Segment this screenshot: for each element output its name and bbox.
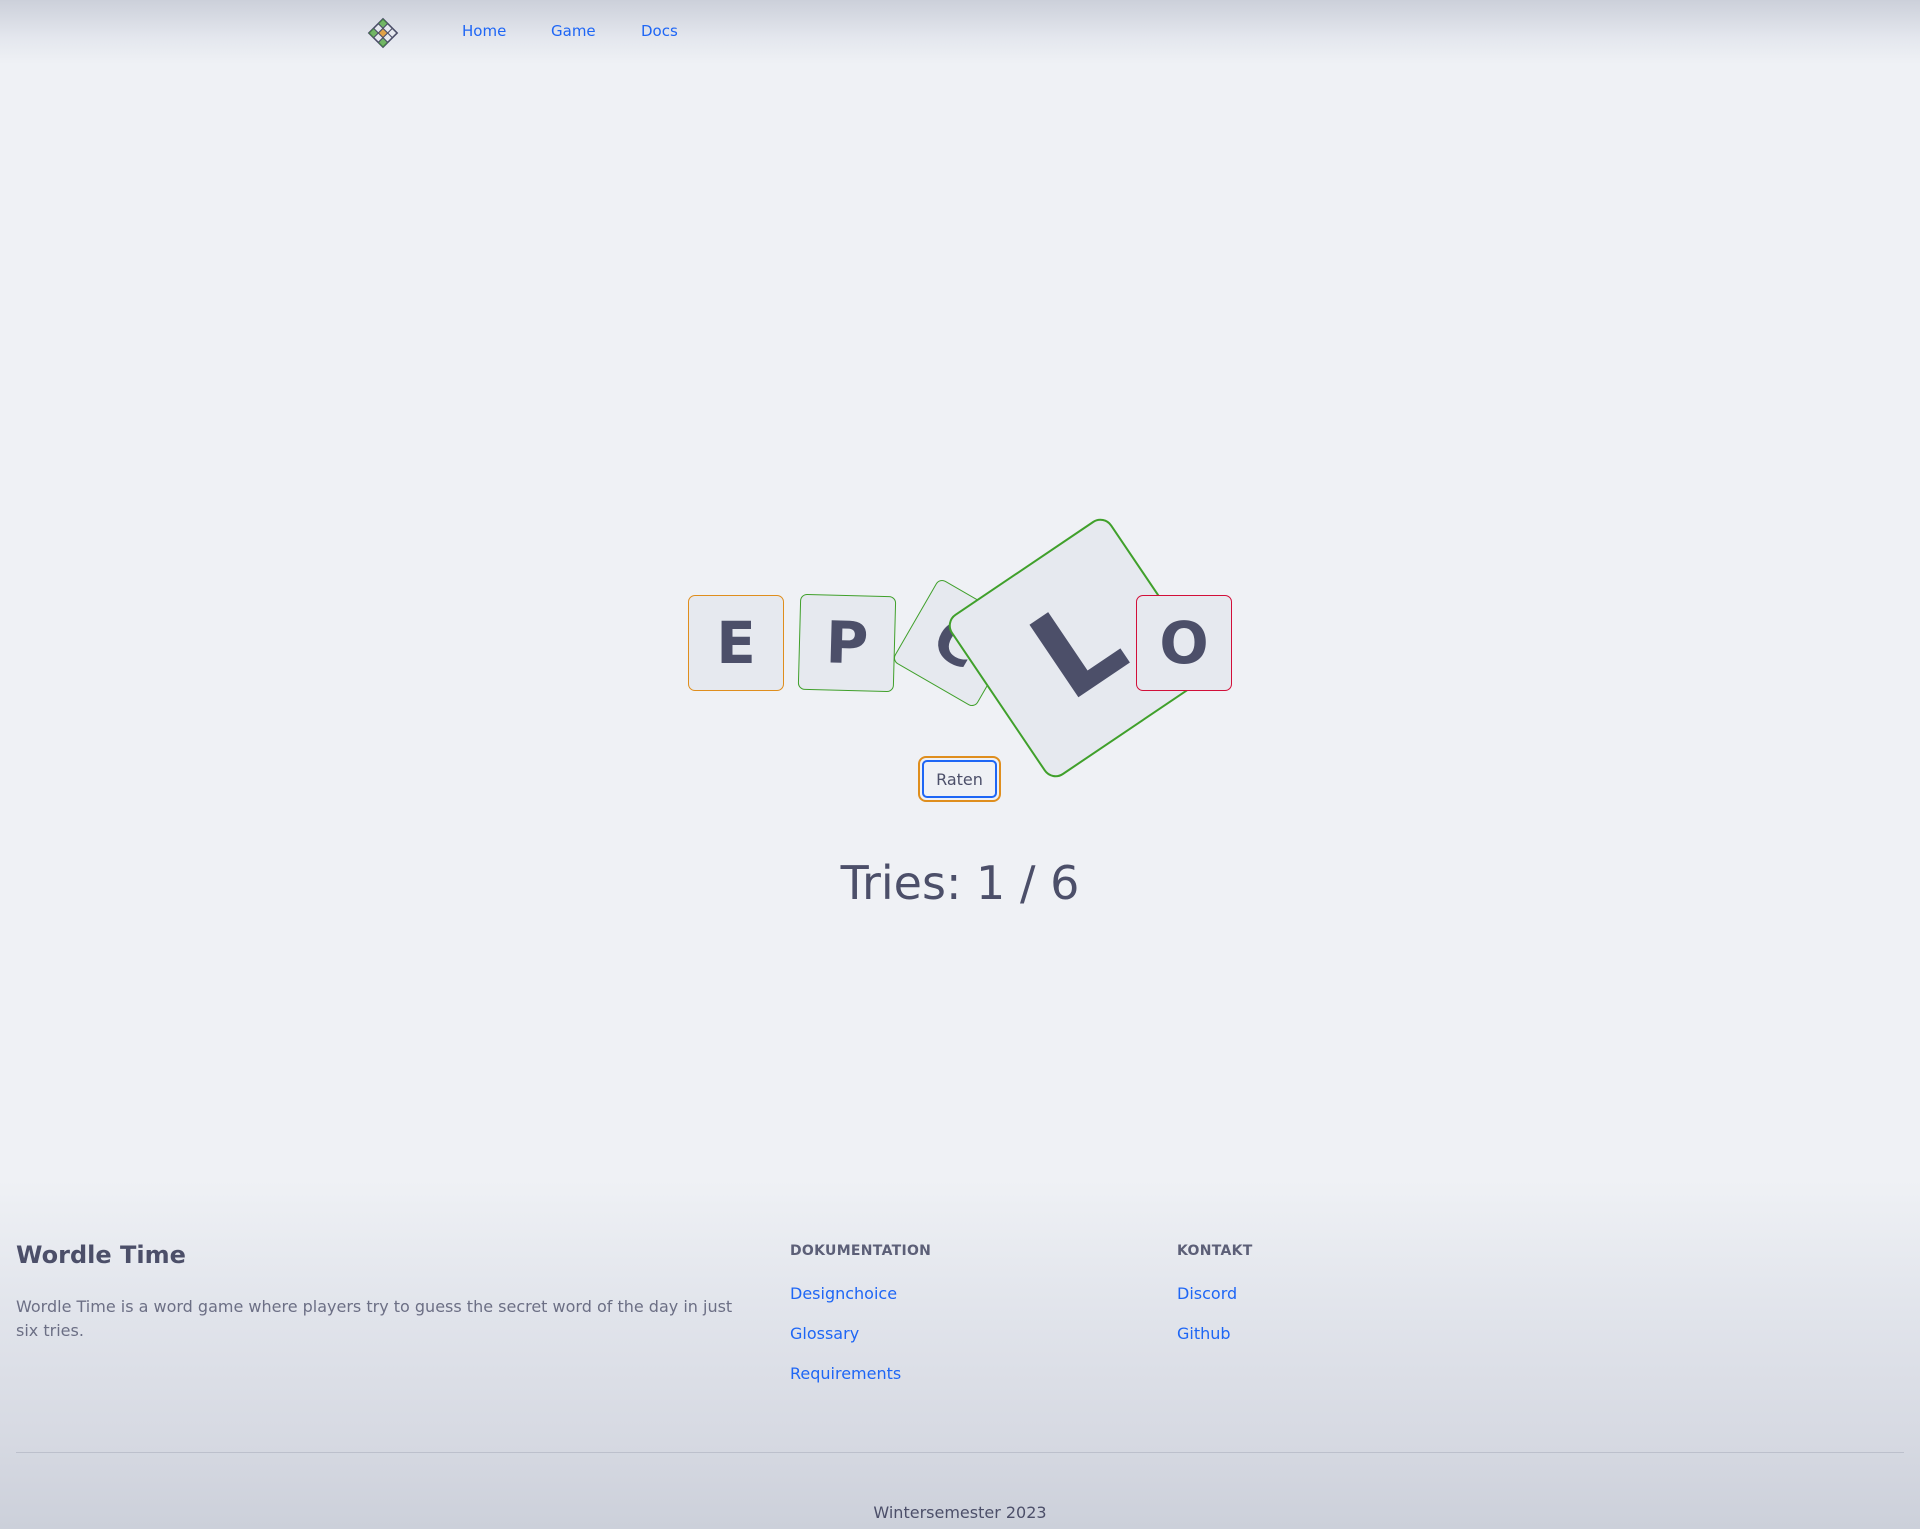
glossary-link[interactable]: Glossary: [790, 1324, 859, 1343]
designchoice-link[interactable]: Designchoice: [790, 1284, 897, 1303]
nav-home-link[interactable]: Home: [462, 22, 506, 40]
tries-counter: Tries: 1 / 6: [840, 856, 1080, 910]
requirements-link[interactable]: Requirements: [790, 1364, 901, 1383]
discord-link[interactable]: Discord: [1177, 1284, 1237, 1303]
guess-button[interactable]: Raten: [918, 756, 1001, 802]
wordle-logo-icon[interactable]: [367, 17, 399, 49]
guess-button-label: Raten: [922, 760, 997, 798]
top-navbar: Home Game Docs: [0, 0, 1920, 64]
letter-tile-2[interactable]: P: [797, 593, 897, 693]
docs-heading: DOKUMENTATION: [790, 1243, 932, 1259]
letter-tile-5[interactable]: O: [1136, 595, 1232, 691]
github-link[interactable]: Github: [1177, 1324, 1231, 1343]
footer-title: Wordle Time: [16, 1241, 186, 1269]
footer-description: Wordle Time is a word game where players…: [16, 1297, 733, 1340]
footer-credit: Wintersemester 2023: [873, 1503, 1047, 1522]
nav-game-link[interactable]: Game: [551, 22, 596, 40]
contact-heading: KONTAKT: [1177, 1243, 1253, 1259]
nav-docs-link[interactable]: Docs: [641, 22, 678, 40]
letter-tile-1[interactable]: E: [688, 595, 784, 691]
footer-divider: [16, 1452, 1904, 1453]
footer: Wordle Time Wordle Time is a word game w…: [0, 1180, 1920, 1529]
